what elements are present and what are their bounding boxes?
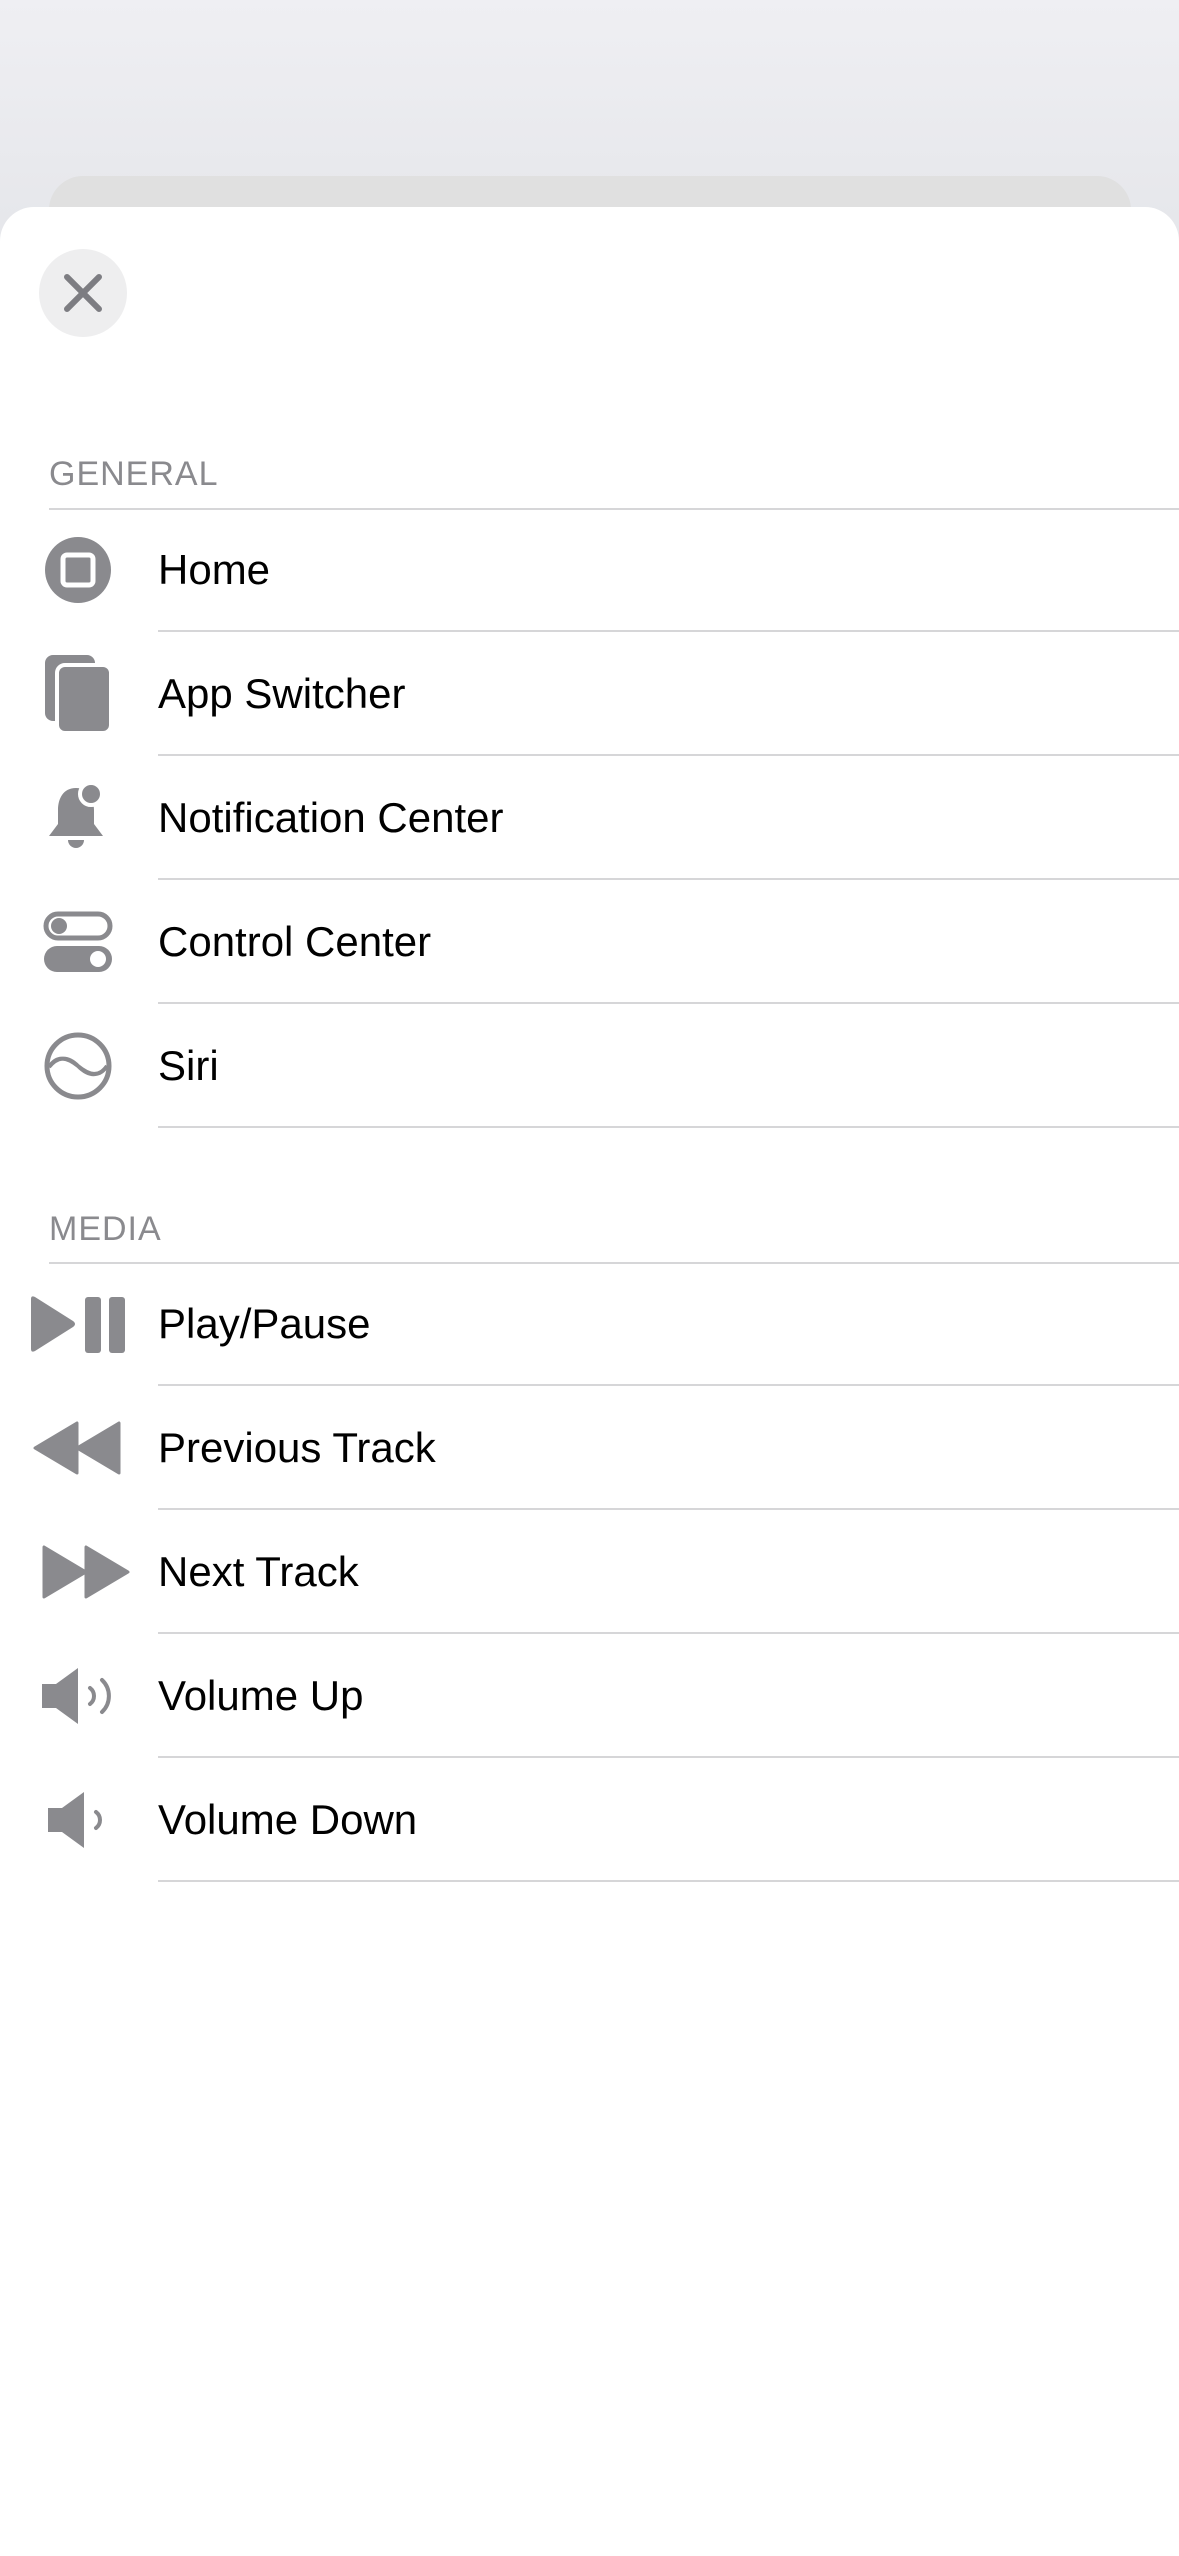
bell-badge-icon — [20, 782, 136, 853]
menu-item-label: Volume Up — [158, 1672, 364, 1719]
menu-item-home[interactable]: Home — [0, 508, 1179, 632]
close-button[interactable] — [39, 249, 127, 337]
menu-item-label: Previous Track — [158, 1424, 436, 1471]
menu-item-label: App Switcher — [158, 670, 406, 717]
menu-item-label: Control Center — [158, 918, 432, 965]
menu-item-label: Siri — [158, 1042, 219, 1089]
menu-item-notification-center[interactable]: Notification Center — [0, 756, 1179, 880]
menu-item-label: Next Track — [158, 1548, 359, 1595]
menu-item-app-switcher[interactable]: App Switcher — [0, 632, 1179, 756]
menu-item-control-center[interactable]: Control Center — [0, 880, 1179, 1004]
speaker-wave-2-icon — [20, 1661, 136, 1731]
section-header-media: MEDIA — [49, 1210, 162, 1248]
speaker-wave-1-icon — [20, 1785, 136, 1855]
menu-item-label: Play/Pause — [158, 1300, 371, 1347]
siri-icon — [20, 1031, 136, 1101]
divider — [158, 1126, 1179, 1128]
home-button-icon — [20, 535, 136, 605]
menu-item-previous-track[interactable]: Previous Track — [0, 1386, 1179, 1510]
menu-item-label: Home — [158, 546, 271, 593]
menu-item-play-pause[interactable]: Play/Pause — [0, 1262, 1179, 1386]
menu-item-label: Notification Center — [158, 794, 504, 841]
menu-item-siri[interactable]: Siri — [0, 1004, 1179, 1128]
divider — [158, 1880, 1179, 1882]
menu-item-volume-up[interactable]: Volume Up — [0, 1634, 1179, 1758]
menu-item-volume-down[interactable]: Volume Down — [0, 1758, 1179, 1882]
app-switcher-icon — [20, 655, 136, 735]
close-icon — [63, 273, 103, 313]
toggles-icon — [20, 907, 136, 977]
menu-item-next-track[interactable]: Next Track — [0, 1510, 1179, 1634]
section-header-general: GENERAL — [49, 455, 219, 493]
play-pause-icon — [20, 1289, 136, 1359]
backward-icon — [20, 1413, 136, 1483]
menu-item-label: Volume Down — [158, 1796, 418, 1843]
forward-icon — [20, 1537, 136, 1607]
